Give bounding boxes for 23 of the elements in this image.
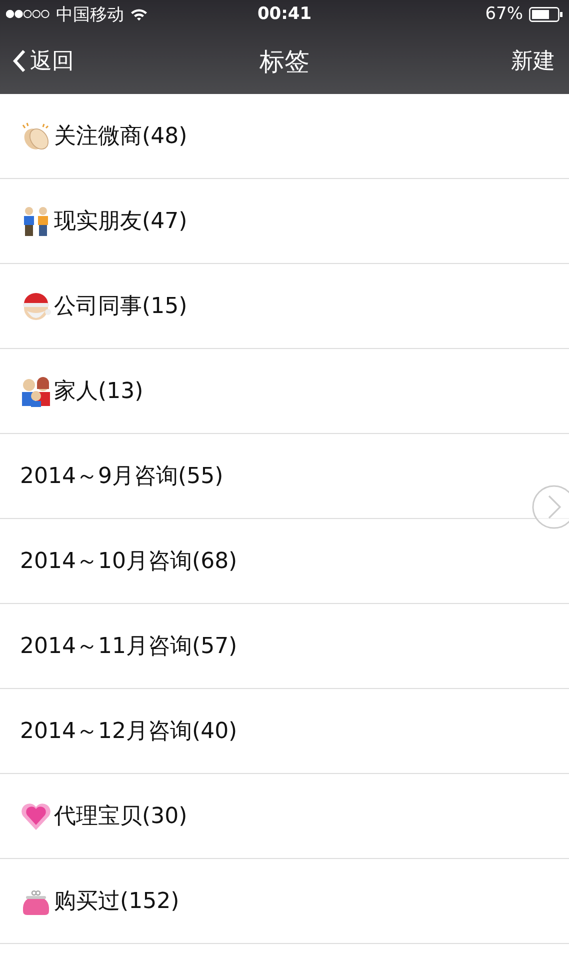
family-figures-icon <box>20 375 52 407</box>
back-button[interactable]: 返回 <box>12 46 74 76</box>
tag-label: 家人(13) <box>54 378 144 406</box>
tag-label: 2014～11月咨询(57) <box>20 633 238 661</box>
tag-label: 关注微商(48) <box>54 123 188 151</box>
tag-label: 2014～9月咨询(55) <box>20 463 224 491</box>
carrier-name: 中国移动 <box>56 4 124 26</box>
tag-label: 代理宝贝(30) <box>54 803 188 831</box>
battery-percent: 67% <box>485 4 523 24</box>
tag-label: 现实朋友(47) <box>54 208 188 236</box>
tag-label: 2014～10月咨询(68) <box>20 548 238 576</box>
tag-label: 公司同事(15) <box>54 293 188 321</box>
santa-hat-figure-icon <box>20 290 52 322</box>
tag-label: 2014～12月咨询(40) <box>20 718 238 746</box>
wifi-icon <box>130 8 148 20</box>
new-button[interactable]: 新建 <box>511 46 555 76</box>
status-time: 00:41 <box>257 4 312 24</box>
chevron-left-icon <box>12 49 26 73</box>
page-title: 标签 <box>260 46 310 78</box>
tag-label: 购买过(152) <box>54 888 180 916</box>
battery-icon <box>529 6 563 22</box>
back-label: 返回 <box>30 48 74 76</box>
signal-icon <box>6 9 50 19</box>
